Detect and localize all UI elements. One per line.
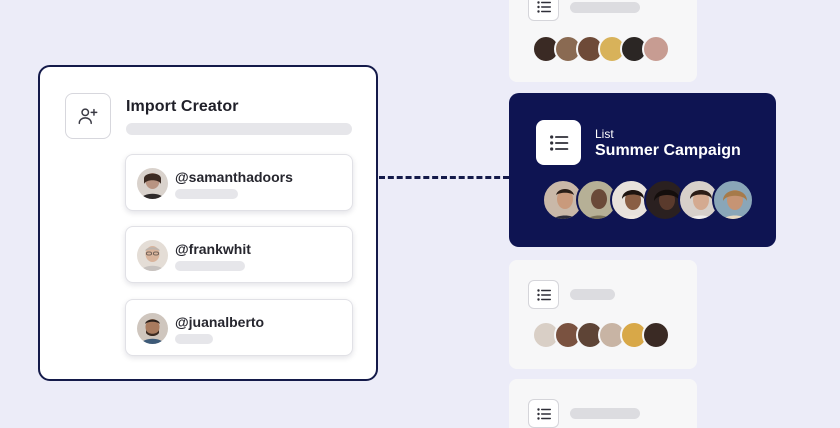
list-icon [528,399,559,428]
featured-list-card[interactable]: List Summer Campaign [509,93,776,247]
avatar [137,240,168,271]
placeholder-bar [570,408,640,419]
avatar [137,168,168,199]
list-card[interactable] [509,0,697,82]
creator-row-juanalberto[interactable]: @juanalberto [125,299,353,356]
placeholder-bar [175,261,245,271]
placeholder-bar [570,289,615,300]
placeholder-bar [175,334,213,344]
placeholder-bar [570,2,640,13]
placeholder-bar [126,123,352,135]
list-icon [528,0,559,21]
creator-row-frankwhit[interactable]: @frankwhit [125,226,353,283]
list-card[interactable] [509,379,697,428]
avatar-stack [532,321,670,349]
creator-row-samanthadoors[interactable]: @samanthadoors [125,154,353,211]
placeholder-bar [175,189,238,199]
list-icon [536,120,581,165]
avatar [137,313,168,344]
avatar-stack [532,35,670,63]
import-creator-title: Import Creator [126,98,239,115]
list-card[interactable] [509,260,697,369]
creator-handle: @samanthadoors [175,169,293,185]
add-user-icon[interactable] [65,93,111,139]
list-icon [528,280,559,309]
connector-line [379,176,509,179]
creator-handle: @juanalberto [175,314,265,330]
list-kicker: List [595,127,614,141]
list-title: Summer Campaign [595,142,741,159]
avatar-stack [542,179,754,221]
avatar [712,179,754,221]
import-creator-card: Import Creator @samanthadoors @frankwhit… [38,65,378,381]
avatar [642,35,670,63]
creator-handle: @frankwhit [175,241,251,257]
avatar [642,321,670,349]
